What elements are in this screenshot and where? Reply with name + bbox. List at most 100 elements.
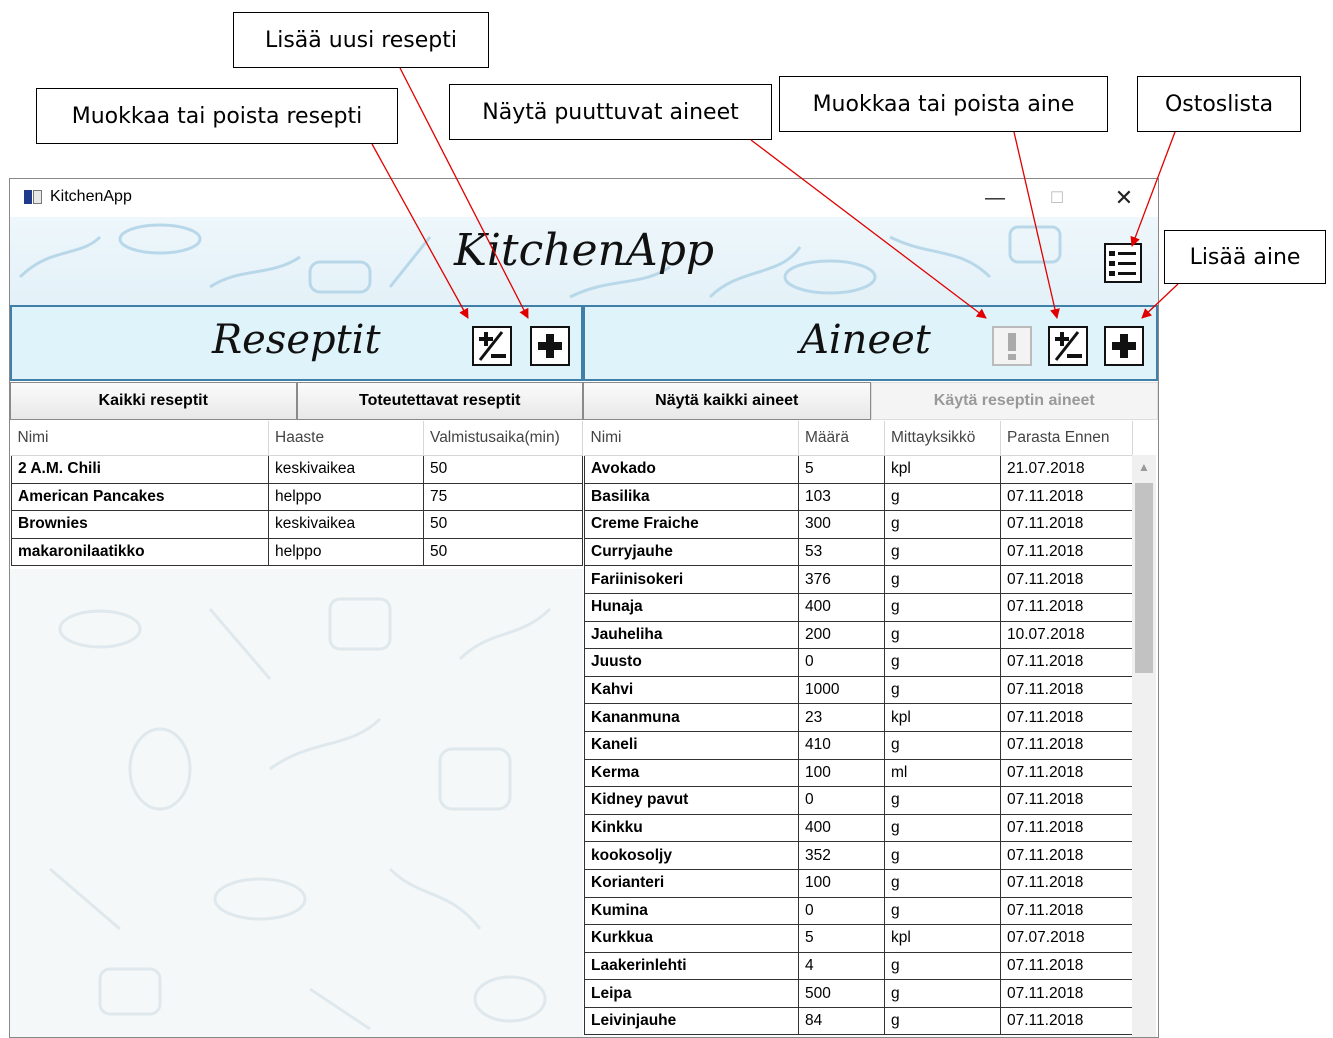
ingredient-cell: kookosoljy <box>584 841 799 870</box>
app-icon <box>24 190 42 204</box>
ingredient-cell: 07.11.2018 <box>1000 703 1133 732</box>
ingredient-cell: 1000 <box>798 675 885 705</box>
close-button[interactable]: ✕ <box>1101 179 1147 217</box>
ingredient-row[interactable]: Avokado 5 kpl 21.07.2018 <box>584 455 1133 484</box>
ingredient-column-header[interactable]: Mittayksikkö <box>884 421 1001 456</box>
ingredient-cell: 07.11.2018 <box>1000 813 1133 843</box>
shopping-list-button[interactable] <box>1104 243 1142 283</box>
recipe-cell: 50 <box>423 455 583 484</box>
edit-ingredient-button[interactable] <box>1048 326 1088 366</box>
ingredient-cell: 07.11.2018 <box>1000 537 1133 567</box>
recipe-row[interactable]: Brownies keskivaikea 50 <box>11 510 583 539</box>
ingredient-cell: 07.11.2018 <box>1000 868 1133 898</box>
ingredient-cell: Kananmuna <box>584 703 799 732</box>
recipe-row[interactable]: makaronilaatikko helppo 50 <box>11 537 583 567</box>
scrollbar-thumb[interactable] <box>1135 483 1153 673</box>
ingredient-cell: Hunaja <box>584 592 799 622</box>
recipes-title: Reseptit <box>212 317 381 363</box>
recipe-table: Nimi Haaste Valmistusaika(min) 2 A.M. Chil… <box>11 421 583 567</box>
ingredient-cell: 07.11.2018 <box>1000 786 1133 815</box>
ingredient-column-header[interactable]: Parasta Ennen <box>1000 421 1133 456</box>
ingredient-cell: 400 <box>798 813 885 843</box>
ingredient-row[interactable]: Kananmuna 23 kpl 07.11.2018 <box>584 703 1133 732</box>
recipe-column-header[interactable]: Nimi <box>11 421 269 456</box>
ingredient-row[interactable]: Fariinisokeri 376 g 07.11.2018 <box>584 565 1133 594</box>
ingredient-row[interactable]: Leipa 500 g 07.11.2018 <box>584 979 1133 1008</box>
ingredient-row[interactable]: Laakerinlehti 4 g 07.11.2018 <box>584 951 1133 981</box>
scroll-up-icon[interactable]: ▲ <box>1132 455 1156 479</box>
ingredient-cell: 376 <box>798 565 885 594</box>
ingredient-row[interactable]: Creme Fraiche 300 g 07.11.2018 <box>584 510 1133 539</box>
ingredient-row[interactable]: Korianteri 100 g 07.11.2018 <box>584 868 1133 898</box>
add-recipe-button[interactable] <box>530 326 570 366</box>
recipe-cell: Brownies <box>11 510 269 539</box>
ingredient-cell: g <box>884 813 1001 843</box>
recipe-column-header[interactable]: Valmistusaika(min) <box>423 421 583 456</box>
ingredient-cell: Leivinjauhe <box>584 1006 799 1036</box>
ingredient-cell: Curryjauhe <box>584 537 799 567</box>
ingredient-cell: g <box>884 620 1001 650</box>
recipes-header: Reseptit <box>10 305 583 381</box>
ingredient-cell: 410 <box>798 730 885 760</box>
ingredient-row[interactable]: kookosoljy 352 g 07.11.2018 <box>584 841 1133 870</box>
ingredient-row[interactable]: Juusto 0 g 07.11.2018 <box>584 648 1133 677</box>
ingredient-cell: g <box>884 896 1001 926</box>
add-ingredient-button[interactable] <box>1104 326 1144 366</box>
ingredient-cell: 07.11.2018 <box>1000 648 1133 677</box>
ingredient-row[interactable]: Kinkku 400 g 07.11.2018 <box>584 813 1133 843</box>
ingredients-header: Aineet <box>583 305 1158 381</box>
recipe-cell: helppo <box>268 482 424 512</box>
ingredient-cell: Basilika <box>584 482 799 512</box>
ingredient-row[interactable]: Basilika 103 g 07.11.2018 <box>584 482 1133 512</box>
ingredient-cell: 07.11.2018 <box>1000 896 1133 926</box>
background-pattern <box>10 569 583 1037</box>
ingredient-row[interactable]: Leivinjauhe 84 g 07.11.2018 <box>584 1006 1133 1036</box>
ingredient-cell: g <box>884 730 1001 760</box>
plus-minus-icon <box>1054 331 1082 361</box>
ingredient-cell: 07.07.2018 <box>1000 924 1133 953</box>
tab-recipe-ingredients[interactable]: Käytä reseptin aineet <box>870 382 1158 420</box>
ingredient-row[interactable]: Kidney pavut 0 g 07.11.2018 <box>584 786 1133 815</box>
ingredients-title: Aineet <box>800 317 931 363</box>
ingredient-column-header[interactable]: Määrä <box>798 421 885 456</box>
ingredient-row[interactable]: Kahvi 1000 g 07.11.2018 <box>584 675 1133 705</box>
ingredient-row[interactable]: Jauheliha 200 g 10.07.2018 <box>584 620 1133 650</box>
ingredient-scrollbar[interactable]: ▲ <box>1132 455 1156 1037</box>
edit-recipe-button[interactable] <box>472 326 512 366</box>
ingredient-cell: Leipa <box>584 979 799 1008</box>
minimize-button[interactable]: — <box>972 179 1018 217</box>
recipe-row[interactable]: American Pancakes helppo 75 <box>11 482 583 512</box>
ingredient-column-header[interactable]: Nimi <box>584 421 799 456</box>
recipe-cell: keskivaikea <box>268 455 424 484</box>
ingredient-cell: Kumina <box>584 896 799 926</box>
tab-all-ingredients[interactable]: Näytä kaikki aineet <box>583 382 871 420</box>
ingredient-cell: kpl <box>884 924 1001 953</box>
ingredient-cell: 07.11.2018 <box>1000 1006 1133 1036</box>
ingredient-row[interactable]: Kurkkua 5 kpl 07.07.2018 <box>584 924 1133 953</box>
ingredient-cell: 07.11.2018 <box>1000 758 1133 788</box>
ingredient-cell: Juusto <box>584 648 799 677</box>
ingredient-row[interactable]: Hunaja 400 g 07.11.2018 <box>584 592 1133 622</box>
maximize-button[interactable]: ☐ <box>1034 179 1080 217</box>
ingredient-cell: Kidney pavut <box>584 786 799 815</box>
ingredient-row[interactable]: Curryjauhe 53 g 07.11.2018 <box>584 537 1133 567</box>
ingredient-cell: 07.11.2018 <box>1000 565 1133 594</box>
ingredient-cell: Avokado <box>584 455 799 484</box>
list-icon <box>1109 251 1136 276</box>
recipe-row[interactable]: 2 A.M. Chili keskivaikea 50 <box>11 455 583 484</box>
tab-all-recipes[interactable]: Kaikki reseptit <box>10 382 297 420</box>
ingredient-row[interactable]: Kaneli 410 g 07.11.2018 <box>584 730 1133 760</box>
missing-ingredients-button[interactable] <box>992 326 1032 366</box>
ingredient-cell: 07.11.2018 <box>1000 730 1133 760</box>
plus-minus-icon <box>478 331 506 361</box>
ingredient-cell: Laakerinlehti <box>584 951 799 981</box>
plus-icon <box>1112 334 1136 358</box>
recipe-column-header[interactable]: Haaste <box>268 421 424 456</box>
ingredient-cell: Kahvi <box>584 675 799 705</box>
window-title: KitchenApp <box>50 188 132 205</box>
ingredient-row[interactable]: Kerma 100 ml 07.11.2018 <box>584 758 1133 788</box>
tab-feasible-recipes[interactable]: Toteutettavat reseptit <box>296 382 583 420</box>
ingredient-cell: g <box>884 868 1001 898</box>
ingredient-row[interactable]: Kumina 0 g 07.11.2018 <box>584 896 1133 926</box>
ingredient-cell: 300 <box>798 510 885 539</box>
